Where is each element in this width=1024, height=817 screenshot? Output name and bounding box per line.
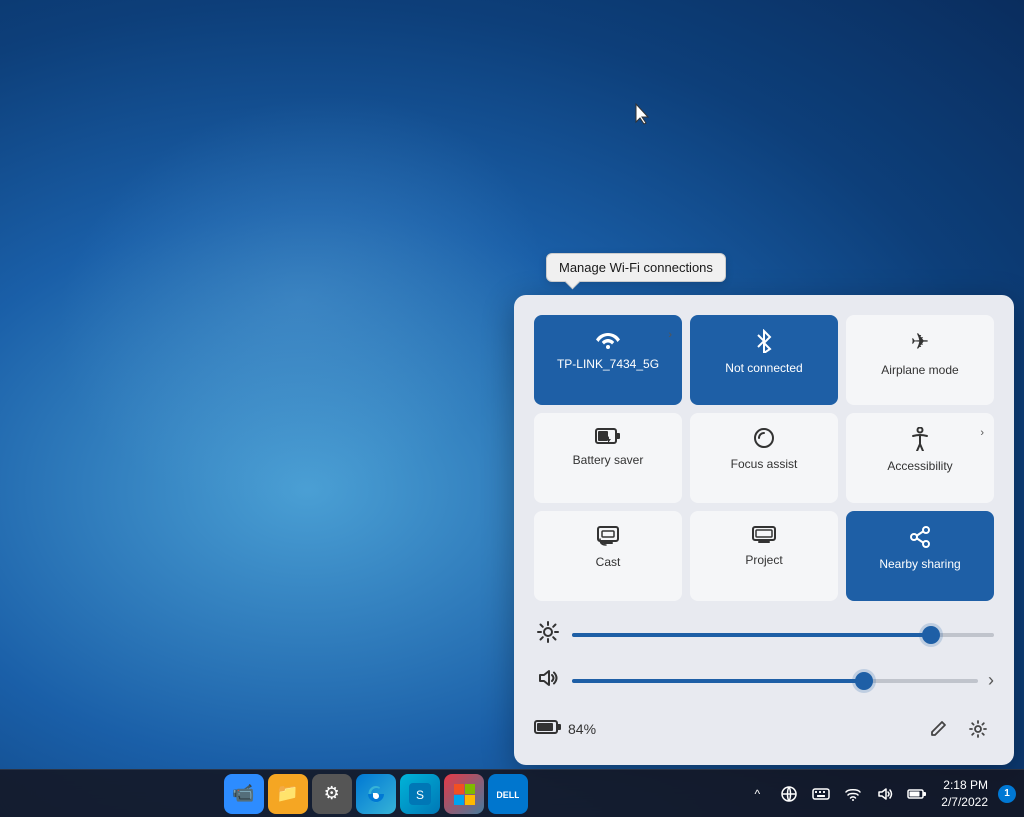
tooltip-text: Manage Wi-Fi connections [559, 260, 713, 275]
volume-slider[interactable] [572, 679, 978, 683]
cursor [632, 102, 652, 126]
bluetooth-icon [755, 329, 773, 353]
volume-icon [534, 668, 562, 693]
airplane-icon: ✈ [911, 329, 929, 355]
cast-icon [596, 525, 620, 547]
battery-info: 84% [534, 719, 596, 740]
brightness-slider-row [534, 621, 994, 648]
focus-assist-icon [753, 427, 775, 449]
battery-saver-label: Battery saver [573, 453, 644, 467]
wifi-label: TP-LINK_7434_5G [557, 357, 659, 371]
desktop: Manage Wi-Fi connections › TP-LINK_7434_… [0, 0, 1024, 817]
tiles-grid: › TP-LINK_7434_5G [534, 315, 994, 601]
tile-bluetooth[interactable]: Not connected [690, 315, 838, 405]
tray-globe-icon[interactable] [775, 774, 803, 814]
accessibility-icon [909, 427, 931, 451]
project-label: Project [745, 553, 782, 567]
brightness-slider[interactable] [572, 633, 994, 637]
svg-text:DELL: DELL [497, 790, 519, 800]
taskbar-right: ^ [735, 774, 1024, 814]
taskbar-app-store2[interactable] [444, 774, 484, 814]
taskbar-clock[interactable]: 2:18 PM 2/7/2022 [937, 777, 992, 811]
brightness-icon [534, 621, 562, 648]
taskbar-center: 📹 📁 ⚙ S [16, 774, 735, 814]
tray-icons: ^ [743, 774, 931, 814]
tile-project[interactable]: Project [690, 511, 838, 601]
quick-settings-panel: Manage Wi-Fi connections › TP-LINK_7434_… [514, 295, 1014, 765]
bottom-actions [922, 713, 994, 745]
settings-button[interactable] [962, 713, 994, 745]
tray-wifi-icon[interactable] [839, 774, 867, 814]
nearby-sharing-icon [908, 525, 932, 549]
volume-track [572, 679, 978, 683]
brightness-thumb[interactable] [922, 626, 940, 644]
edit-button[interactable] [922, 713, 954, 745]
wifi-tooltip: Manage Wi-Fi connections [546, 253, 726, 282]
accessibility-chevron-icon: › [980, 427, 984, 439]
tray-chevron[interactable]: ^ [743, 774, 771, 814]
sliders-section: › [534, 621, 994, 693]
tile-airplane[interactable]: ✈ Airplane mode [846, 315, 994, 405]
tile-battery-saver[interactable]: Battery saver [534, 413, 682, 503]
taskbar: 📹 📁 ⚙ S [0, 769, 1024, 817]
volume-slider-row: › [534, 668, 994, 693]
cast-label: Cast [596, 555, 621, 569]
bottom-bar: 84% [534, 713, 994, 745]
wifi-icon [596, 329, 620, 349]
taskbar-app-edge[interactable] [356, 774, 396, 814]
volume-expand-icon[interactable]: › [988, 670, 994, 691]
notification-count: 1 [1004, 788, 1010, 799]
bluetooth-label: Not connected [725, 361, 802, 375]
taskbar-app-settings[interactable]: ⚙ [312, 774, 352, 814]
brightness-track [572, 633, 994, 637]
tile-cast[interactable]: Cast [534, 511, 682, 601]
tray-battery-icon[interactable] [903, 774, 931, 814]
tile-focus-assist[interactable]: Focus assist [690, 413, 838, 503]
battery-percent: 84% [568, 721, 596, 737]
taskbar-app-store1[interactable]: S [400, 774, 440, 814]
tray-keyboard-icon[interactable] [807, 774, 835, 814]
notification-badge[interactable]: 1 [998, 785, 1016, 803]
volume-thumb[interactable] [855, 672, 873, 690]
taskbar-app-dell[interactable]: DELL [488, 774, 528, 814]
accessibility-label: Accessibility [887, 459, 952, 473]
tile-wifi[interactable]: › TP-LINK_7434_5G [534, 315, 682, 405]
airplane-label: Airplane mode [881, 363, 958, 377]
nearby-sharing-label: Nearby sharing [879, 557, 960, 571]
battery-icon [534, 719, 562, 740]
volume-fill [572, 679, 864, 683]
battery-saver-icon [595, 427, 621, 445]
tile-nearby-sharing[interactable]: Nearby sharing [846, 511, 994, 601]
clock-date: 2/7/2022 [941, 794, 988, 811]
taskbar-app-zoom[interactable]: 📹 [224, 774, 264, 814]
tray-volume-icon[interactable] [871, 774, 899, 814]
focus-assist-label: Focus assist [731, 457, 798, 471]
tile-accessibility[interactable]: › Accessibility [846, 413, 994, 503]
wifi-chevron-icon: › [668, 329, 672, 341]
taskbar-app-files[interactable]: 📁 [268, 774, 308, 814]
svg-text:S: S [416, 788, 424, 802]
project-icon [751, 525, 777, 545]
clock-time: 2:18 PM [943, 777, 988, 794]
brightness-fill [572, 633, 931, 637]
